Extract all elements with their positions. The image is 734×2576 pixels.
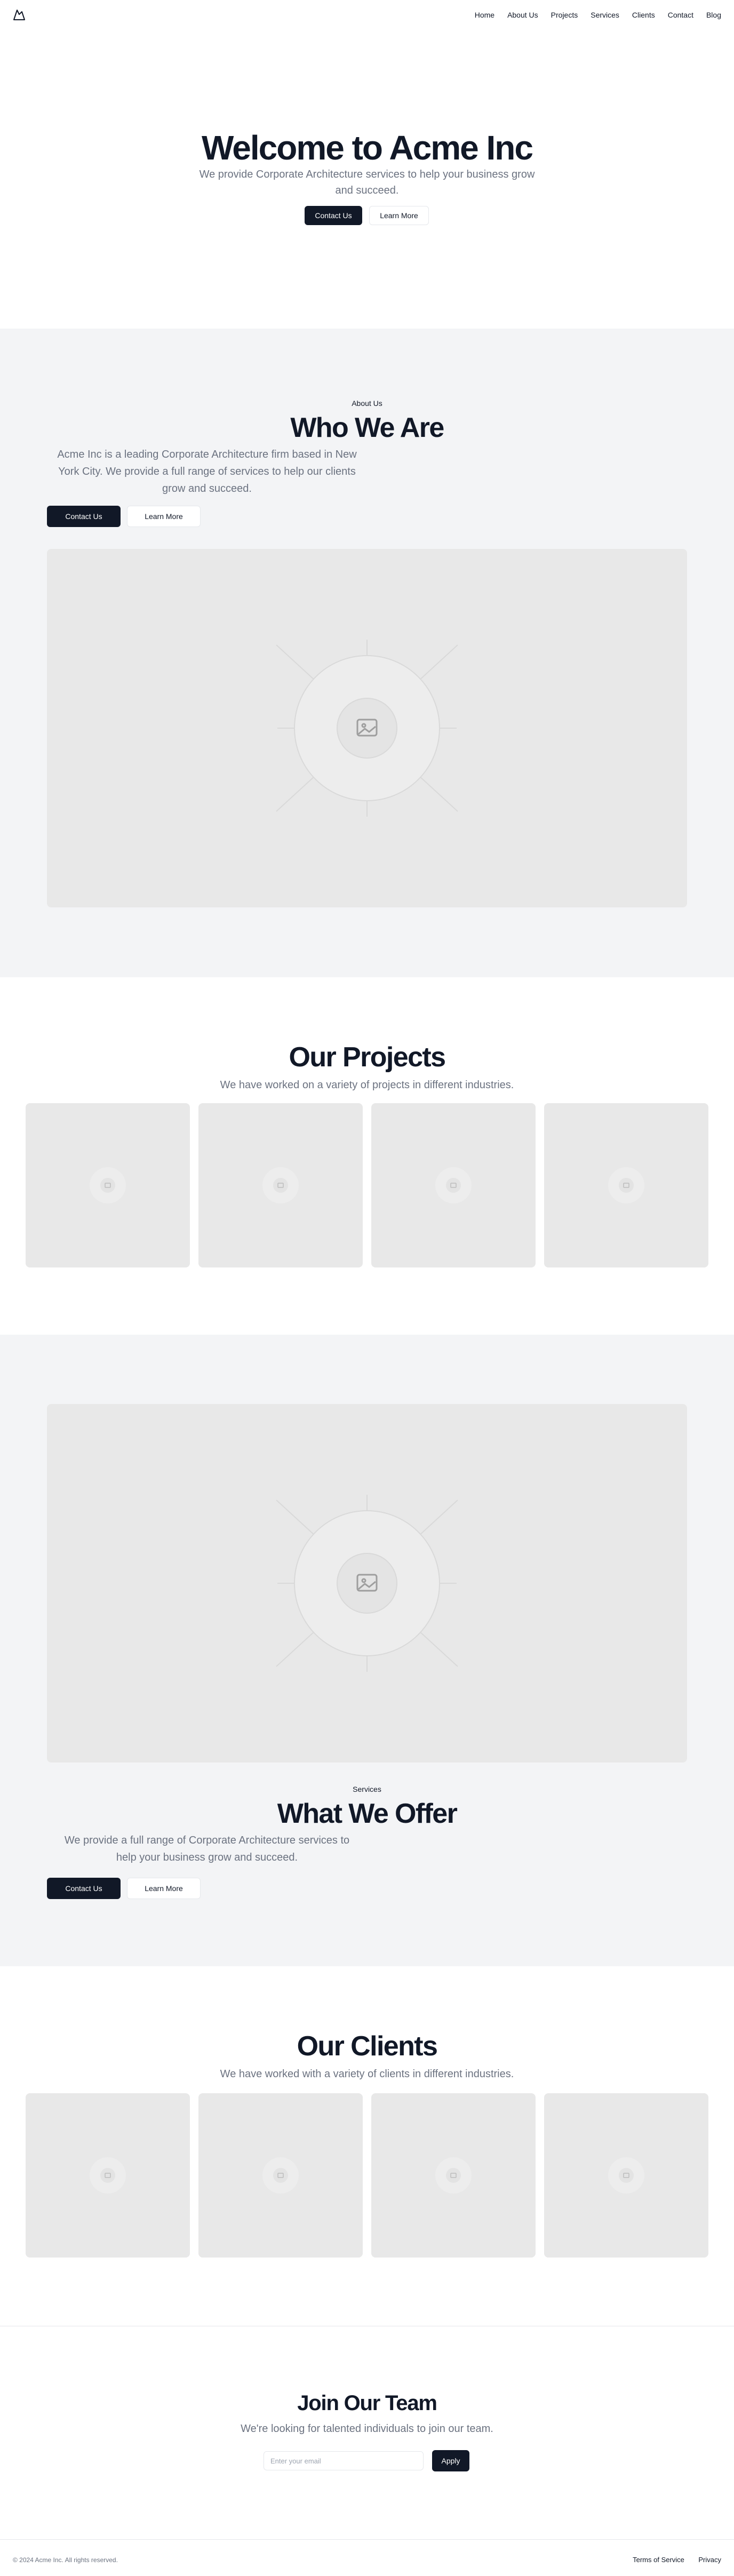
services-eyebrow: Services [353,1785,381,1793]
about-title: Who We Are [290,412,444,443]
about-section: About Us Who We Are Acme Inc is a leadin… [0,329,734,977]
clients-title: Our Clients [297,2031,438,2062]
services-section: Services What We Offer We provide a full… [0,1335,734,1966]
nav-contact[interactable]: Contact [668,10,693,20]
about-learn-more-button[interactable]: Learn More [127,506,201,527]
clients-subtitle: We have worked with a variety of clients… [220,2068,514,2080]
hero-title: Welcome to Acme Inc [202,129,533,167]
footer-links: Terms of Service Privacy [621,2555,721,2565]
project-card[interactable] [26,1103,190,1267]
project-card[interactable] [198,1103,363,1267]
about-image [47,549,687,907]
image-placeholder-icon [276,1495,458,1672]
clients-section: Our Clients We have worked with a variet… [0,1966,734,2326]
footer-terms-link[interactable]: Terms of Service [633,2556,684,2564]
apply-button[interactable]: Apply [432,2450,469,2471]
services-learn-more-button[interactable]: Learn More [127,1878,201,1899]
hero-learn-more-button[interactable]: Learn More [369,206,429,225]
nav-home[interactable]: Home [475,10,494,20]
hero-subtitle-line1: We provide Corporate Architecture servic… [199,169,535,180]
join-subtitle: We're looking for talented individuals t… [241,2423,493,2435]
hero-contact-button[interactable]: Contact Us [305,206,362,225]
image-placeholder-icon [435,2157,472,2194]
image-placeholder-icon [90,1167,126,1203]
about-eyebrow: About Us [352,399,382,408]
client-card[interactable] [371,2093,536,2258]
services-title: What We Offer [277,1798,458,1829]
mountain-logo-icon[interactable] [13,9,26,21]
image-placeholder-icon [608,2157,644,2194]
email-input[interactable] [264,2451,424,2470]
join-title: Join Our Team [297,2391,437,2415]
client-card[interactable] [198,2093,363,2258]
image-placeholder-icon [435,1167,472,1203]
services-image [47,1404,687,1762]
image-placeholder-icon [262,1167,299,1203]
about-body-line1: Acme Inc is a leading Corporate Architec… [57,449,357,460]
nav-about-us[interactable]: About Us [507,10,538,20]
footer-privacy-link[interactable]: Privacy [698,2556,721,2564]
projects-section: Our Projects We have worked on a variety… [0,977,734,1335]
nav-blog[interactable]: Blog [706,10,721,20]
image-placeholder-icon [262,2157,299,2194]
services-contact-button[interactable]: Contact Us [47,1878,121,1899]
client-card[interactable] [544,2093,708,2258]
join-section: Join Our Team We're looking for talented… [0,2326,734,2539]
nav-clients[interactable]: Clients [632,10,655,20]
hero-section: Welcome to Acme Inc We provide Corporate… [0,30,734,329]
image-placeholder-icon [608,1167,644,1203]
project-card[interactable] [371,1103,536,1267]
about-contact-button[interactable]: Contact Us [47,506,121,527]
main-nav: Home About Us Projects Services Clients … [462,10,721,20]
services-body-line2: help your business grow and succeed. [116,1852,298,1863]
projects-title: Our Projects [289,1042,446,1073]
hero-subtitle-line2: and succeed. [335,185,399,196]
about-body-line3: grow and succeed. [162,483,252,495]
image-placeholder-icon [276,640,458,817]
projects-subtitle: We have worked on a variety of projects … [220,1079,514,1091]
project-card[interactable] [544,1103,708,1267]
nav-projects[interactable]: Projects [551,10,578,20]
client-card[interactable] [26,2093,190,2258]
site-header: Home About Us Projects Services Clients … [0,0,734,30]
nav-services[interactable]: Services [591,10,619,20]
site-footer: © 2024 Acme Inc. All rights reserved. Te… [0,2539,734,2576]
footer-copyright: © 2024 Acme Inc. All rights reserved. [13,2556,118,2564]
image-placeholder-icon [90,2157,126,2194]
services-body-line1: We provide a full range of Corporate Arc… [64,1835,350,1846]
about-body-line2: York City. We provide a full range of se… [58,466,356,477]
